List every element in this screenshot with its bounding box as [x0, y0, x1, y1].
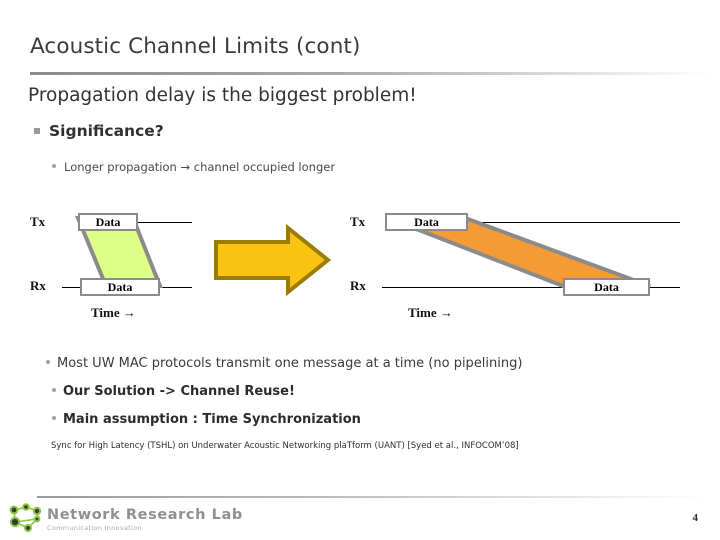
- footer-divider: [37, 496, 709, 498]
- title-divider: [30, 72, 712, 75]
- round-bullet-icon: [52, 416, 56, 420]
- lab-tagline: Communication Innovation: [47, 524, 142, 533]
- right-rx-data-box: Data: [563, 278, 650, 296]
- left-tx-data-box: Data: [78, 213, 138, 231]
- title-block: Acoustic Channel Limits (cont): [30, 34, 690, 59]
- lab-name: Network Research Lab: [47, 507, 243, 523]
- bullet-significance-label: Significance?: [49, 122, 164, 140]
- right-tx-data-box: Data: [385, 213, 468, 231]
- slide-canvas: Acoustic Channel Limits (cont) Propagati…: [0, 0, 720, 540]
- bullet-main-assumption-label: Main assumption : Time Synchronization: [63, 412, 361, 427]
- bullet-significance: Significance?: [34, 122, 164, 140]
- lead-statement: Propagation delay is the biggest problem…: [28, 85, 417, 106]
- citation-text: Sync for High Latency (TSHL) on Underwat…: [51, 441, 519, 451]
- diagram-area: Tx Rx Data Data Time → Tx Rx Data Data T…: [0, 200, 720, 335]
- square-bullet-icon: [34, 128, 40, 134]
- diagram-long-propagation: Tx Rx Data Data Time →: [340, 200, 720, 335]
- footer-text-block: Network Research Lab Communication Innov…: [47, 507, 243, 533]
- bullet-longer-propagation: Longer propagation → channel occupied lo…: [52, 160, 335, 174]
- round-bullet-icon: [46, 360, 50, 364]
- bullet-no-pipelining: Most UW MAC protocols transmit one messa…: [46, 356, 522, 371]
- right-arrow-icon: [214, 224, 332, 296]
- left-rx-data-box: Data: [80, 278, 160, 296]
- page-title: Acoustic Channel Limits (cont): [30, 34, 361, 59]
- bullet-longer-propagation-label: Longer propagation → channel occupied lo…: [64, 160, 336, 174]
- bullet-no-pipelining-label: Most UW MAC protocols transmit one messa…: [57, 356, 523, 371]
- bullet-our-solution-label: Our Solution -> Channel Reuse!: [63, 384, 295, 399]
- round-bullet-icon: [52, 388, 56, 392]
- diagram-short-propagation: Tx Rx Data Data Time →: [0, 200, 210, 335]
- bullet-main-assumption: Main assumption : Time Synchronization: [52, 412, 361, 427]
- round-bullet-icon: [52, 164, 56, 168]
- page-number: 4: [692, 512, 699, 524]
- bullet-our-solution: Our Solution -> Channel Reuse!: [52, 384, 295, 399]
- network-logo-icon: [9, 503, 42, 532]
